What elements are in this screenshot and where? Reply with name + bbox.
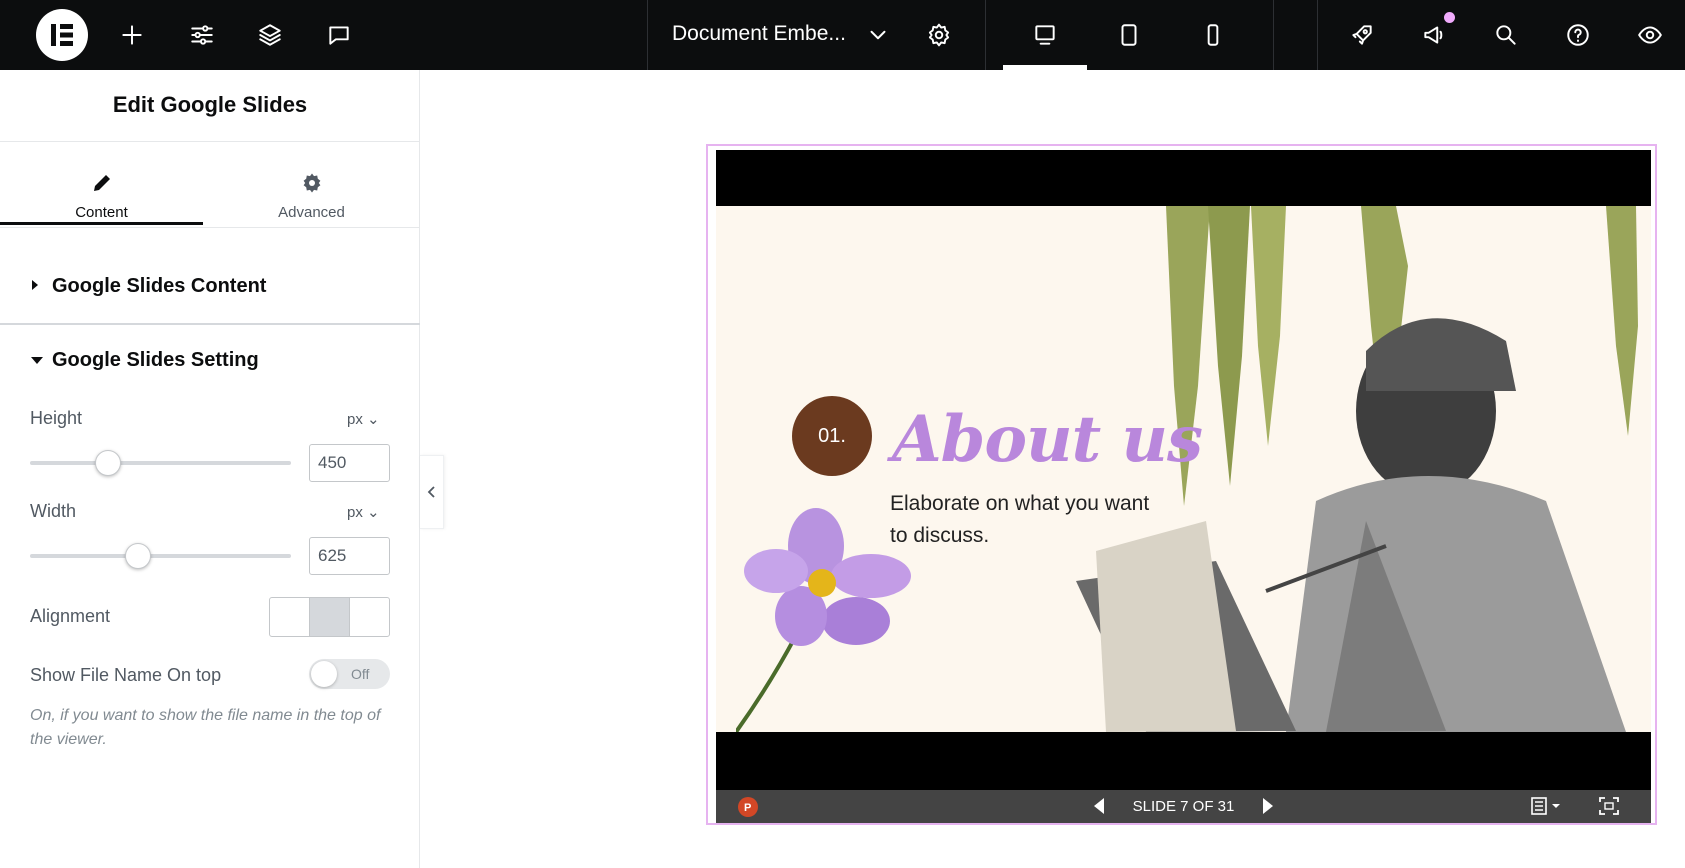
mobile-view-button[interactable]	[1192, 14, 1234, 56]
structure-button[interactable]	[249, 14, 291, 56]
height-input[interactable]	[309, 444, 390, 482]
add-icon	[122, 25, 142, 45]
slide-canvas: 01. About us Elaborate on what you want …	[716, 206, 1651, 732]
tablet-view-button[interactable]	[1108, 14, 1150, 56]
show-file-name-toggle[interactable]: Off	[309, 659, 390, 689]
google-slides-viewer: 01. About us Elaborate on what you want …	[706, 144, 1657, 825]
active-tab-indicator	[0, 222, 203, 225]
width-slider-handle[interactable]	[125, 543, 152, 569]
gear-icon	[303, 173, 320, 193]
height-unit-select[interactable]: px ⌄	[347, 410, 380, 428]
caret-down-icon	[31, 357, 43, 364]
page-settings-button[interactable]	[918, 14, 960, 56]
divider	[1317, 0, 1318, 70]
toggle-knob	[311, 661, 337, 687]
chevron-down-icon	[870, 30, 886, 40]
chevron-left-icon	[427, 486, 435, 498]
publish-button[interactable]	[1341, 14, 1383, 56]
whats-new-megaphone-icon	[1424, 26, 1443, 44]
section-google-slides-setting[interactable]: Google Slides Setting	[0, 336, 420, 386]
editor-top-bar: Document Embe...	[0, 0, 1685, 70]
page-settings-gear-icon	[928, 23, 950, 47]
tab-content[interactable]: Content	[0, 160, 203, 226]
editor-panel: Edit Google Slides Content Advanced Goog…	[0, 70, 420, 868]
show-file-name-label: Show File Name On top	[30, 665, 222, 685]
fullscreen-icon[interactable]	[1598, 796, 1620, 816]
flower-photo	[736, 508, 911, 732]
tablet-icon	[1121, 24, 1137, 46]
width-unit-select[interactable]: px ⌄	[347, 503, 380, 521]
site-settings-icon	[191, 25, 213, 45]
comments-icon	[329, 26, 349, 45]
help-button[interactable]	[1557, 14, 1599, 56]
viewer-toolbar: P SLIDE 7 OF 31	[716, 790, 1651, 823]
divider	[647, 0, 648, 70]
elementor-logo-icon[interactable]	[36, 9, 88, 61]
site-settings-button[interactable]	[181, 14, 223, 56]
align-right-button[interactable]	[350, 598, 389, 636]
height-slider[interactable]	[30, 461, 291, 465]
divider	[1273, 0, 1274, 70]
divider	[0, 141, 420, 142]
slide-number-badge: 01.	[792, 396, 872, 476]
show-file-name-hint: On, if you want to show the file name in…	[30, 707, 381, 748]
panel-title: Edit Google Slides	[112, 92, 308, 117]
document-title[interactable]: Document Embe...	[672, 22, 846, 46]
active-device-indicator	[1003, 65, 1087, 70]
section-google-slides-content[interactable]: Google Slides Content	[0, 262, 420, 312]
slide-counter: SLIDE 7 OF 31	[1132, 798, 1235, 815]
comments-button[interactable]	[318, 14, 360, 56]
search-icon	[1496, 25, 1516, 45]
height-label: Height	[30, 408, 83, 428]
section-title: Google Slides Setting	[52, 349, 259, 371]
add-element-button[interactable]	[111, 14, 153, 56]
preview-eye-icon	[1638, 26, 1662, 44]
collapse-panel-button[interactable]	[420, 455, 444, 529]
caret-right-icon	[32, 280, 38, 290]
publish-rocket-icon	[1352, 25, 1372, 45]
alignment-label: Alignment	[30, 606, 111, 626]
tab-label: Advanced	[278, 204, 345, 221]
view-menu-icon[interactable]	[1530, 796, 1564, 816]
tab-advanced[interactable]: Advanced	[210, 160, 413, 226]
pencil-icon	[93, 175, 110, 191]
tab-label: Content	[75, 204, 128, 221]
alignment-choices	[269, 597, 390, 637]
align-center-button[interactable]	[309, 598, 350, 636]
divider	[0, 323, 420, 325]
search-button[interactable]	[1485, 14, 1527, 56]
slide-body-text: Elaborate on what you want to discuss.	[890, 492, 1150, 547]
mobile-icon	[1207, 24, 1219, 46]
divider	[985, 0, 986, 70]
toggle-state: Off	[351, 666, 370, 682]
help-icon	[1567, 24, 1589, 46]
section-title: Google Slides Content	[52, 275, 267, 297]
slide-frame: 01. About us Elaborate on what you want …	[716, 150, 1651, 790]
width-slider[interactable]	[30, 554, 291, 558]
preview-button[interactable]	[1629, 14, 1671, 56]
width-input[interactable]	[309, 537, 390, 575]
width-label: Width	[30, 501, 77, 521]
next-slide-icon[interactable]	[1261, 797, 1275, 815]
desktop-icon	[1035, 25, 1055, 45]
slide-heading: About us	[892, 402, 1203, 477]
height-slider-handle[interactable]	[95, 450, 122, 476]
desktop-view-button[interactable]	[1024, 14, 1066, 56]
notification-dot	[1444, 12, 1455, 23]
align-left-button[interactable]	[270, 598, 309, 636]
structure-layers-icon	[259, 24, 281, 46]
divider	[0, 227, 420, 228]
document-menu-toggle[interactable]	[857, 14, 899, 56]
